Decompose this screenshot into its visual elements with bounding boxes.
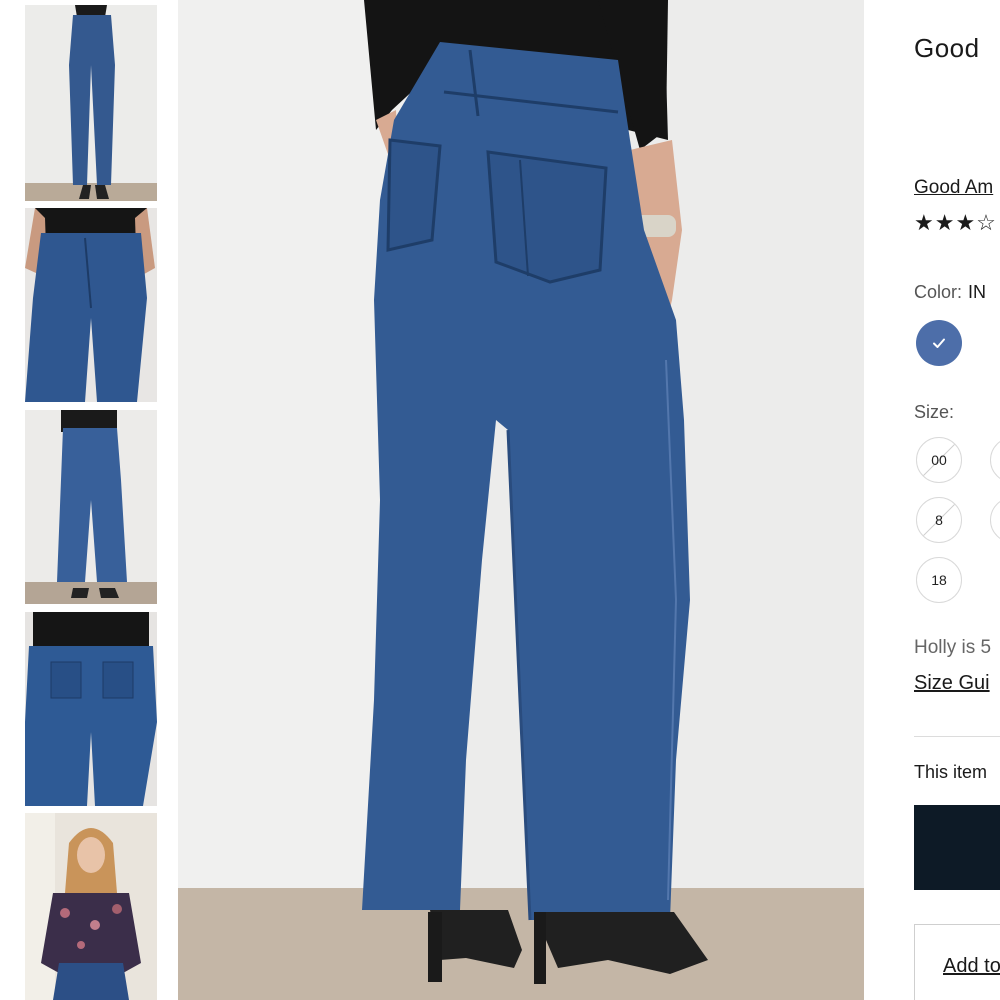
size-option-18[interactable]: 18	[916, 557, 962, 603]
add-to-wishlist-link[interactable]: Add to	[943, 955, 1000, 978]
add-to-cart-button[interactable]	[914, 805, 1000, 890]
color-value: IN	[968, 282, 987, 302]
color-swatch-selected[interactable]	[916, 320, 962, 366]
thumbnail-4[interactable]	[25, 612, 157, 806]
brand-link[interactable]: Good Am	[914, 177, 993, 199]
size-option-8[interactable]: 8	[916, 497, 962, 543]
size-option-partial[interactable]	[990, 497, 1000, 543]
thumbnail-5[interactable]	[25, 813, 157, 1000]
thumbnail-1[interactable]	[25, 5, 157, 201]
size-guide-link[interactable]: Size Gui	[914, 672, 990, 695]
checkmark-icon	[933, 338, 945, 348]
size-label: Size:	[914, 402, 955, 422]
size-option-partial[interactable]	[990, 437, 1000, 483]
color-label: Color: IN	[914, 282, 986, 303]
size-option-label: 00	[931, 452, 947, 468]
thumbnail-2[interactable]	[25, 208, 157, 402]
divider	[914, 736, 1000, 737]
size-option-label: 18	[931, 572, 947, 588]
model-info: Holly is 5	[914, 637, 992, 658]
thumbnail-gallery	[0, 0, 170, 1000]
rating-stars[interactable]: ★★★☆	[914, 210, 997, 236]
thumbnail-3[interactable]	[25, 410, 157, 604]
size-option-label: 8	[935, 512, 943, 528]
product-details-panel: Good Good Am ★★★☆ Color: IN Size: 00 8 18…	[914, 0, 1000, 1000]
main-product-image[interactable]	[178, 0, 864, 1000]
item-note: This item	[914, 762, 988, 782]
size-option-00[interactable]: 00	[916, 437, 962, 483]
wishlist-box: Add to	[914, 924, 1000, 1000]
color-label-text: Color:	[914, 282, 963, 302]
product-title: Good	[914, 33, 980, 63]
